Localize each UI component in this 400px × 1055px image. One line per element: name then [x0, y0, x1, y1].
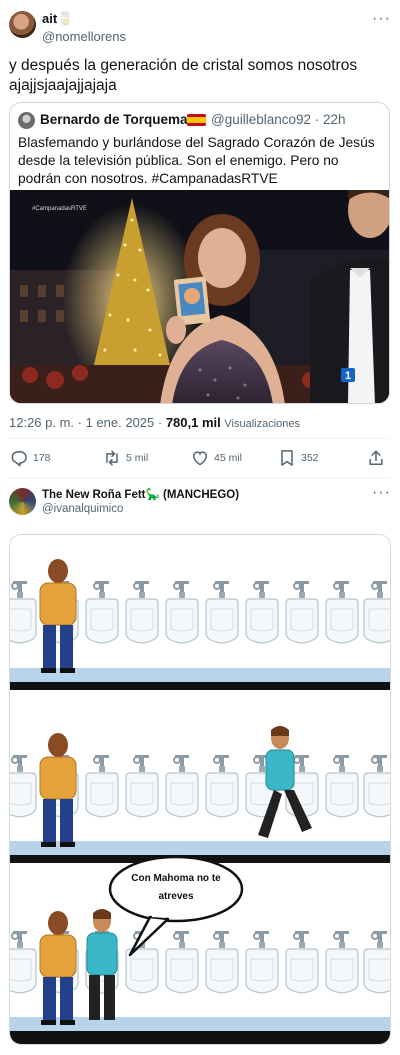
- tv-broadcast-scene: #CampanadasRTVE 1: [10, 190, 389, 403]
- more-options-icon[interactable]: ···: [372, 10, 391, 28]
- author-handle[interactable]: @ivanalquimico: [42, 503, 123, 515]
- views-count: 780,1 mil: [165, 415, 221, 430]
- like-button[interactable]: 45 mil: [190, 446, 242, 470]
- speech-text-line1: Con Mahoma no te: [131, 873, 221, 884]
- speech-text-line2: atreves: [158, 891, 193, 902]
- reply-button[interactable]: 178: [9, 446, 51, 470]
- bookmark-button[interactable]: 352: [277, 446, 319, 470]
- author-handle[interactable]: @nomellorens: [42, 29, 126, 44]
- retweet-count: 5 mil: [126, 452, 149, 464]
- author-name[interactable]: The New Roña Fett🦕 (MANCHEGO): [42, 487, 239, 501]
- tweet-meta: 12:26 p. m. · 1 ene. 2025 · 780,1 mil Vi…: [9, 415, 300, 430]
- bookmark-icon: [281, 450, 293, 466]
- divider: [9, 477, 390, 478]
- broadcast-watermark: #CampanadasRTVE: [32, 206, 87, 212]
- quoted-author-name[interactable]: Bernardo de Torquemada: [40, 112, 203, 127]
- quoted-tweet-text: Blasfemando y burlándose del Sagrado Cor…: [18, 135, 375, 186]
- spain-flag-icon: [187, 114, 206, 126]
- tweet-text: y después la generación de cristal somos…: [9, 57, 358, 94]
- avatar[interactable]: [18, 112, 35, 129]
- urinal-comic: Con Mahoma no te atreves: [10, 535, 390, 1044]
- retweet-button[interactable]: 5 mil: [102, 446, 148, 470]
- action-bar: 178 5 mil 45 mil 352: [9, 446, 390, 470]
- quoted-author-handle[interactable]: @guilleblanco92 · 22h: [211, 112, 346, 127]
- reply-count: 178: [33, 452, 51, 464]
- timestamp[interactable]: 12:26 p. m. · 1 ene. 2025 ·: [9, 415, 166, 430]
- comic-image[interactable]: Con Mahoma no te atreves: [9, 534, 391, 1045]
- reply-icon: [11, 451, 27, 468]
- channel-logo: 1: [345, 370, 351, 382]
- avatar[interactable]: [9, 11, 36, 38]
- quoted-tweet[interactable]: Bernardo de Torquemada @guilleblanco92 ·…: [9, 102, 390, 404]
- bookmark-count: 352: [301, 452, 319, 464]
- tweet-media-image[interactable]: #CampanadasRTVE 1: [10, 190, 389, 403]
- more-options-icon[interactable]: ···: [372, 484, 391, 502]
- retweet-icon: [106, 450, 118, 466]
- author-name[interactable]: ait🥛: [42, 11, 73, 27]
- heart-icon: [192, 451, 208, 466]
- tweet-main: ait🥛 @nomellorens ··· y después la gener…: [0, 0, 400, 478]
- like-count: 45 mil: [214, 452, 243, 464]
- views-label: Visualizaciones: [224, 418, 301, 430]
- divider: [9, 438, 390, 439]
- avatar[interactable]: [9, 488, 36, 515]
- share-icon: [369, 450, 383, 465]
- share-button[interactable]: [366, 446, 386, 470]
